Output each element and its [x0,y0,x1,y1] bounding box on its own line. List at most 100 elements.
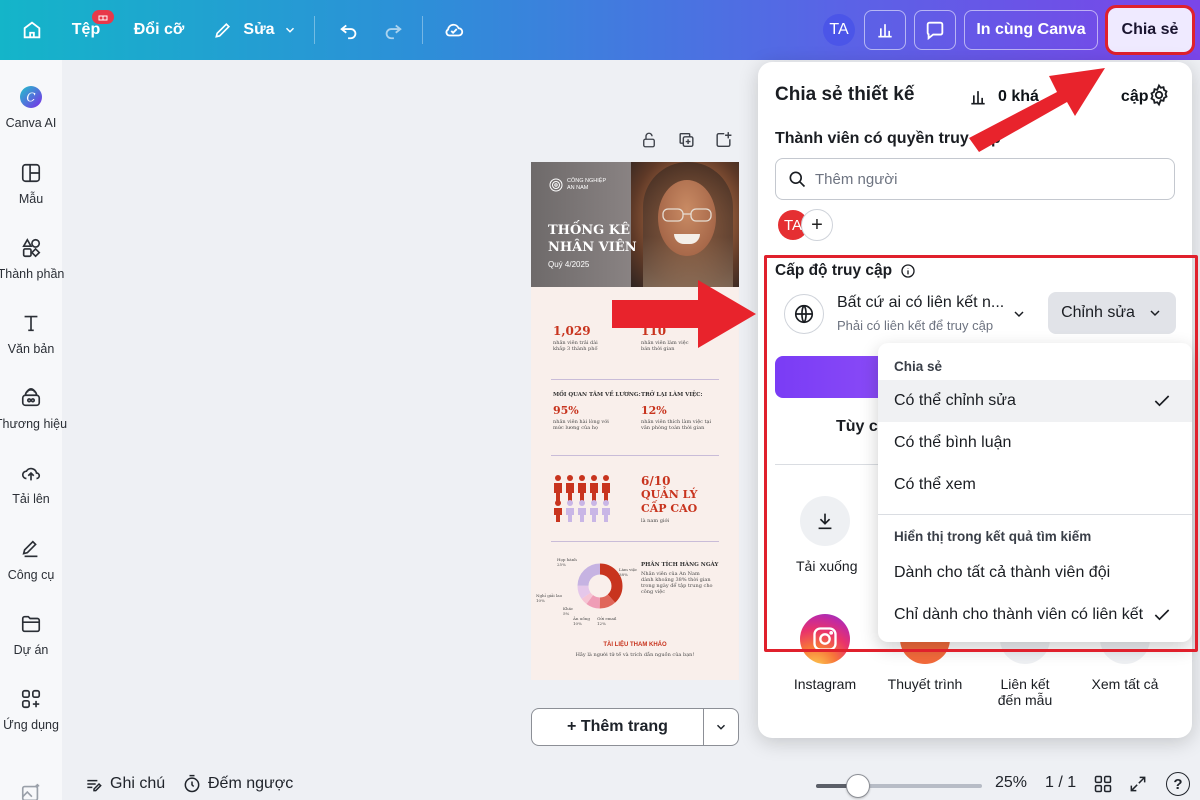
member-initials: TA [783,216,803,234]
add-page-button[interactable]: + Thêm trang [531,708,739,746]
app-label-line: Xem tất cả [1091,676,1159,692]
stat-heading: TRỞ LẠI LÀM VIỆC: [641,392,703,398]
undo-icon [340,24,357,40]
save-status-button[interactable] [436,12,472,48]
expand-icon [1130,776,1146,792]
sidebar-item-tools[interactable]: Công cụ [0,536,62,582]
donut-label-value: 12% [597,621,606,626]
stat-description: nhân viên làm việc bán thời gian [641,340,689,352]
svg-text:C: C [26,91,35,105]
globe-icon [794,304,814,324]
download-button[interactable] [800,496,850,546]
sidebar-item-magic-media[interactable] [0,780,62,800]
add-page-dropdown[interactable] [704,709,738,745]
management-label-line: CẤP CAO [641,502,698,515]
grid-view-icon [1094,775,1112,793]
search-icon [789,171,806,188]
sidebar-item-canva-ai[interactable]: C Canva AI [0,84,62,130]
help-button[interactable]: ? [1166,772,1190,796]
share-button-label: Chia sẻ [1121,21,1179,38]
resize-label: Đổi cỡ [133,21,185,38]
link-access-dropdown[interactable] [1011,306,1027,327]
menu-option-can-edit[interactable]: Có thể chỉnh sửa [878,380,1192,422]
role-dropdown-menu: Chia sẻ Có thể chỉnh sửa Có thể bình luậ… [878,343,1192,642]
menu-option-label: Có thể xem [894,476,976,493]
apps-icon [18,686,44,712]
gear-icon [1150,83,1168,107]
undo-button[interactable] [332,12,366,48]
stat-desc-line: bán thời gian [641,346,675,352]
zoom-slider[interactable] [816,784,982,788]
add-people-input[interactable]: Thêm người [775,158,1175,200]
analysis-desc-line: công việc [641,589,666,595]
management-ratio: 6/10 [641,474,671,488]
stat-value: 110 [641,324,667,338]
user-avatar[interactable]: TA [823,14,855,46]
menu-divider [878,514,1192,515]
zoom-slider-thumb[interactable] [845,774,870,798]
zoom-level[interactable]: 25% [995,774,1027,792]
sidebar-item-label: Mẫu [18,192,44,206]
page-count[interactable]: 1 / 1 [1045,774,1076,792]
stat-value: 1,029 [553,324,591,338]
notes-button[interactable]: Ghi chú [84,774,165,794]
redo-icon [385,24,402,40]
role-dropdown[interactable]: Chỉnh sửa [1048,292,1176,334]
templates-icon [18,160,44,186]
stat-desc-line: mức lương của họ [553,425,599,431]
sidebar-item-projects[interactable]: Dự án [0,611,62,657]
user-avatar-initials: TA [829,21,849,38]
image-sparkle-icon [18,780,44,800]
instagram-button[interactable] [800,614,850,664]
menu-option-can-view[interactable]: Có thể xem [878,464,1192,506]
sidebar-item-text[interactable]: Văn bản [0,310,62,356]
glasses-shape [662,208,712,222]
sidebar-item-uploads[interactable]: Tải lên [0,460,62,506]
copy-link-button[interactable] [775,356,895,398]
design-title: THỐNG KÊ NHÂN VIÊN [548,222,637,256]
menu-option-all-team[interactable]: Dành cho tất cả thành viên đội [878,552,1192,594]
section-divider [551,541,719,542]
comments-button[interactable] [914,10,956,50]
donut-label-value: 25% [557,562,566,567]
company-name-line1: CÔNG NGHIỆP [567,178,607,184]
insights-button[interactable] [864,10,906,50]
stat-description: nhân viên hài lòng với mức lương của họ [553,419,609,431]
chevron-down-icon [716,724,726,730]
info-icon[interactable] [900,263,916,279]
page-lock-button[interactable] [640,130,658,155]
menu-option-link-members[interactable]: Chỉ dành cho thành viên có liên kết [878,594,1192,636]
stat-heading: MỐI QUAN TÂM VỀ LƯƠNG: [553,392,641,398]
timer-icon [184,774,200,793]
donut-label-value: 10% [536,598,545,603]
gift-icon [98,15,108,21]
edit-menu-button[interactable]: Sửa [210,12,300,48]
duplicate-page-button[interactable] [677,130,696,155]
sidebar-item-elements[interactable]: Thành phần [0,235,64,281]
add-page-main[interactable]: + Thêm trang [532,709,704,745]
share-button[interactable]: Chia sẻ [1105,5,1195,55]
visitors-button[interactable]: 0 khá cập [968,87,1149,107]
help-icon: ? [1173,775,1183,793]
resize-button[interactable]: Đổi cỡ [128,12,190,48]
redo-button[interactable] [376,12,410,48]
add-member-button[interactable]: + [801,209,833,241]
home-button[interactable] [14,12,50,48]
sidebar-item-apps[interactable]: Ứng dụng [0,686,62,732]
app-label-line: Instagram [793,676,857,692]
grid-view-button[interactable] [1093,774,1113,794]
print-with-canva-button[interactable]: In cùng Canva [964,10,1098,50]
cloud-check-icon [445,23,464,37]
home-icon [23,21,41,39]
sidebar-item-templates[interactable]: Mẫu [0,160,62,206]
share-settings-button[interactable] [1147,83,1171,112]
timer-button[interactable]: Đếm ngược [182,774,293,794]
fullscreen-button[interactable] [1128,774,1148,794]
link-access-title[interactable]: Bất cứ ai có liên kết n... [837,294,1004,312]
stat-value: 12% [641,404,667,417]
design-page[interactable]: CÔNG NGHIỆP AN NAM THỐNG KÊ NHÂN VIÊN Qu… [531,162,739,680]
app-label-line: đến mẫu [997,692,1053,708]
menu-option-can-comment[interactable]: Có thể bình luận [878,422,1192,464]
sidebar-item-brand[interactable]: Thương hiệu [0,385,67,431]
add-page-icon-button[interactable] [714,130,733,155]
